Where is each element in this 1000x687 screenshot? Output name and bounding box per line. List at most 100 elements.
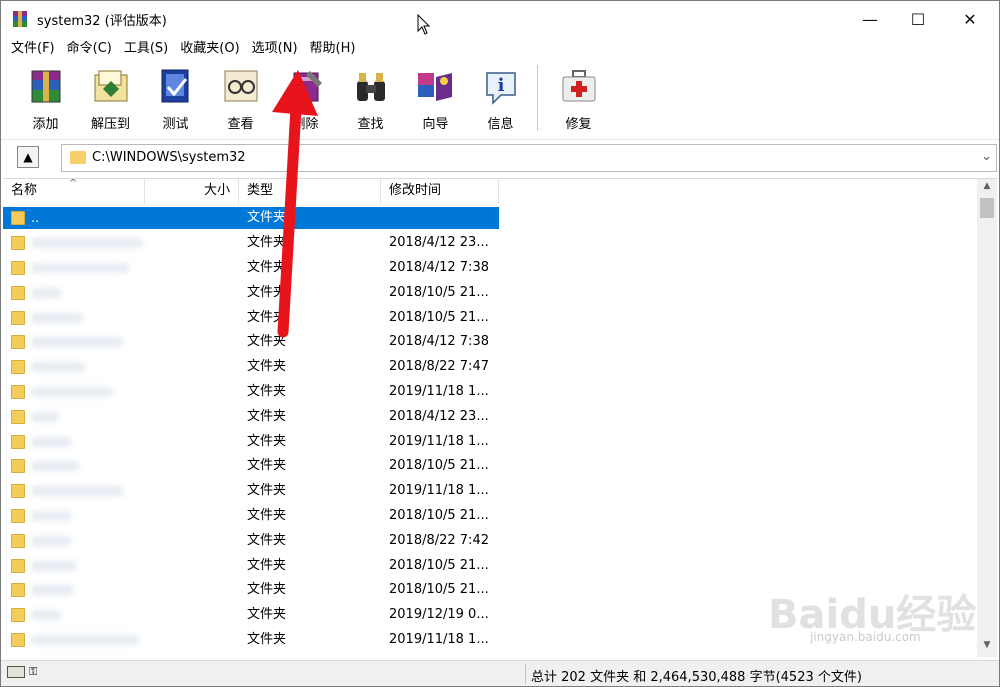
- vertical-scrollbar[interactable]: ▲ ▼: [977, 179, 997, 657]
- row-type: 文件夹: [247, 433, 287, 449]
- file-row[interactable]: 文件夹 2018/4/12 7:38: [3, 330, 499, 355]
- menu-commands[interactable]: 命令(C): [61, 38, 118, 60]
- file-row[interactable]: 文件夹 2018/8/22 7:47: [3, 355, 499, 380]
- row-name: [31, 337, 123, 348]
- watermark-url: jingyan.baidu.com: [810, 630, 921, 644]
- find-icon: [356, 73, 385, 101]
- menu-help[interactable]: 帮助(H): [304, 38, 362, 60]
- key-icon[interactable]: ⚿: [29, 666, 45, 678]
- row-name-cell: [3, 356, 145, 378]
- maximize-button[interactable]: ☐: [895, 1, 941, 37]
- folder-icon: [11, 484, 25, 499]
- row-modified: 2019/11/18 1...: [389, 433, 489, 449]
- drive-icon[interactable]: [7, 666, 25, 678]
- row-name-cell: [3, 455, 145, 477]
- row-size-cell: [145, 356, 239, 378]
- scroll-thumb[interactable]: [980, 198, 994, 218]
- row-name-cell: [3, 604, 145, 626]
- extract-button[interactable]: 解压到: [78, 61, 143, 133]
- wizard-button[interactable]: 向导: [403, 61, 468, 133]
- column-header-name[interactable]: ^ 名称: [3, 179, 145, 204]
- file-row[interactable]: 文件夹 2018/10/5 21...: [3, 578, 499, 603]
- row-size-cell: [145, 555, 239, 577]
- menu-options[interactable]: 选项(N): [246, 38, 304, 60]
- folder-icon: [11, 360, 25, 375]
- row-name-cell: [3, 331, 145, 353]
- row-name: [31, 287, 61, 298]
- row-type: 文件夹: [247, 631, 287, 647]
- row-type: 文件夹: [247, 235, 287, 251]
- file-row[interactable]: 文件夹 2019/11/18 1...: [3, 380, 499, 405]
- parent-folder-row[interactable]: .. 文件夹: [3, 206, 499, 231]
- row-name: [31, 486, 123, 497]
- menu-file[interactable]: 文件(F): [5, 38, 61, 60]
- view-button[interactable]: 查看: [208, 61, 273, 133]
- row-modified: 2018/4/12 23...: [389, 235, 489, 251]
- row-name-cell: [3, 629, 145, 651]
- row-size-cell: [145, 480, 239, 502]
- row-name: ..: [31, 210, 40, 226]
- up-folder-button[interactable]: ▲: [17, 146, 39, 168]
- extract-icon: [94, 70, 127, 102]
- file-row[interactable]: 文件夹 2018/4/12 7:38: [3, 256, 499, 281]
- scroll-down-icon[interactable]: ▼: [977, 640, 997, 656]
- add-archive-icon: [31, 70, 60, 103]
- menu-tools[interactable]: 工具(S): [118, 38, 174, 60]
- info-button[interactable]: i 信息: [468, 61, 533, 133]
- file-row[interactable]: 文件夹 2018/10/5 21...: [3, 280, 499, 305]
- test-label: 测试: [162, 117, 189, 132]
- test-button[interactable]: 测试: [143, 61, 208, 133]
- add-button[interactable]: 添加: [13, 61, 78, 133]
- file-rows: .. 文件夹 文件夹 2018/4/12 23... 文件夹 2018/4/12 7:38…: [3, 206, 499, 652]
- repair-icon: [562, 70, 595, 102]
- scroll-up-icon[interactable]: ▲: [977, 181, 997, 197]
- minimize-button[interactable]: —: [847, 1, 893, 37]
- file-row[interactable]: 文件夹 2019/11/18 1...: [3, 628, 499, 653]
- add-label: 添加: [32, 117, 59, 132]
- column-header-size[interactable]: 大小: [145, 179, 239, 204]
- row-type: 文件夹: [247, 532, 287, 548]
- toolbar: 添加 解压到 测试 查看 删除 查找 向导 i 信息 修复: [1, 61, 999, 137]
- repair-button[interactable]: 修复: [546, 61, 611, 133]
- file-row[interactable]: 文件夹 2019/11/18 1...: [3, 429, 499, 454]
- folder-icon: [11, 384, 25, 399]
- close-button[interactable]: ✕: [947, 1, 993, 37]
- file-row[interactable]: 文件夹 2018/10/5 21...: [3, 454, 499, 479]
- row-type: 文件夹: [247, 408, 287, 424]
- folder-icon: [11, 260, 25, 275]
- row-size-cell: [145, 455, 239, 477]
- column-header-type[interactable]: 类型: [239, 179, 381, 204]
- folder-icon: [11, 533, 25, 548]
- address-field[interactable]: C:\WINDOWS\system32 ⌄: [61, 144, 997, 172]
- row-type: 文件夹: [247, 284, 287, 300]
- file-row[interactable]: 文件夹 2018/8/22 7:42: [3, 528, 499, 553]
- row-name: [31, 362, 85, 373]
- menu-bar: 文件(F) 命令(C) 工具(S) 收藏夹(O) 选项(N) 帮助(H): [1, 38, 999, 60]
- up-arrow-icon: ▲: [23, 150, 33, 164]
- row-name: [31, 436, 71, 447]
- folder-icon: [11, 583, 25, 598]
- file-row[interactable]: 文件夹 2018/10/5 21...: [3, 553, 499, 578]
- row-modified: 2018/10/5 21...: [389, 309, 489, 325]
- chevron-down-icon[interactable]: ⌄: [981, 149, 992, 164]
- address-bar: ▲ C:\WINDOWS\system32 ⌄: [1, 139, 999, 175]
- file-row[interactable]: 文件夹 2018/10/5 21...: [3, 305, 499, 330]
- file-row[interactable]: 文件夹 2018/10/5 21...: [3, 504, 499, 529]
- find-button[interactable]: 查找: [338, 61, 403, 133]
- delete-button[interactable]: 删除: [273, 61, 338, 133]
- row-name: [31, 510, 71, 521]
- menu-favorites[interactable]: 收藏夹(O): [174, 38, 245, 60]
- delete-label: 删除: [292, 117, 319, 132]
- info-label: 信息: [487, 117, 514, 132]
- row-name-cell: [3, 257, 145, 279]
- file-row[interactable]: 文件夹 2018/4/12 23...: [3, 231, 499, 256]
- row-type: 文件夹: [247, 309, 287, 325]
- file-row[interactable]: 文件夹 2019/11/18 1...: [3, 479, 499, 504]
- row-name: [31, 312, 83, 323]
- file-row[interactable]: 文件夹 2018/4/12 23...: [3, 404, 499, 429]
- status-bar: ⚿ 总计 202 文件夹 和 2,464,530,488 字节(4523 个文件…: [1, 660, 999, 686]
- row-size-cell: [145, 207, 239, 230]
- row-type: 文件夹: [247, 458, 287, 474]
- column-header-modified[interactable]: 修改时间: [381, 179, 499, 204]
- file-row[interactable]: 文件夹 2019/12/19 0...: [3, 603, 499, 628]
